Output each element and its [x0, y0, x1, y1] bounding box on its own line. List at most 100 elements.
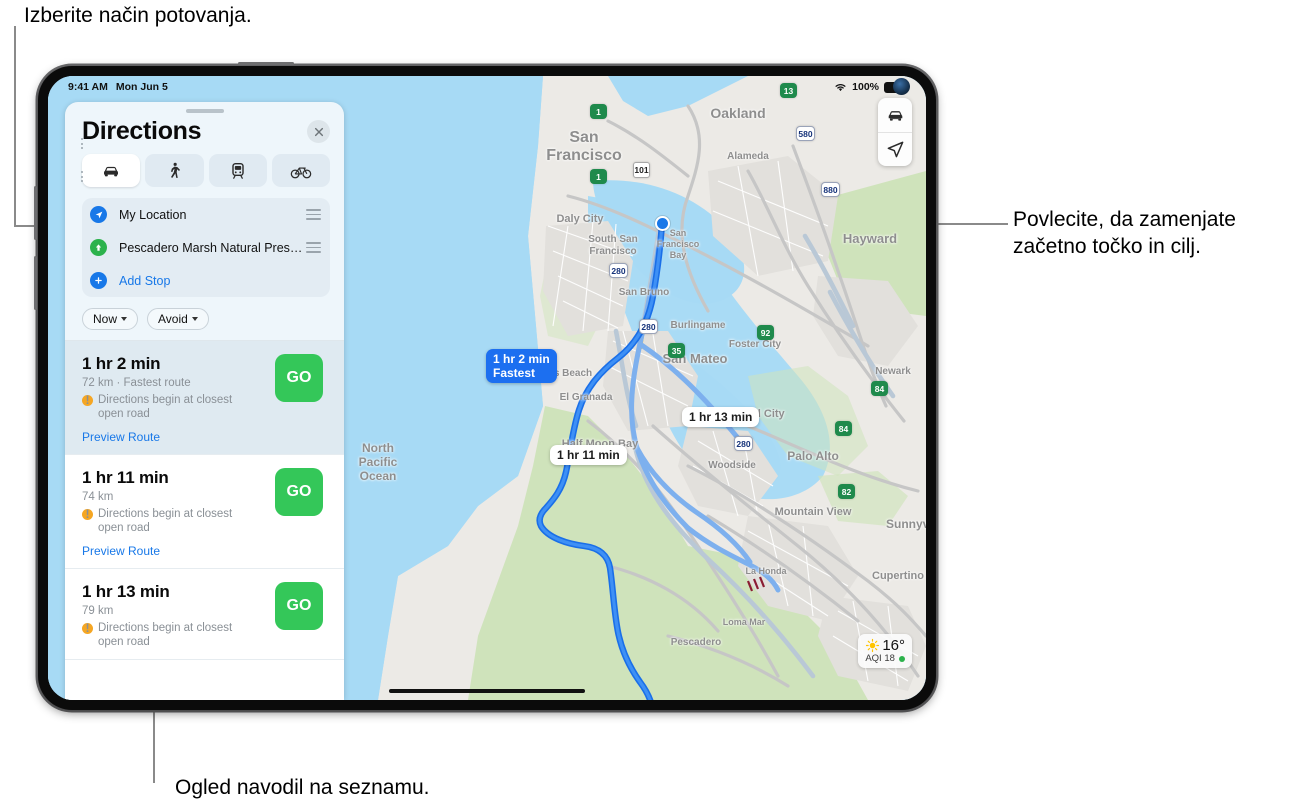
route-warning-text: Directions begin at closest open road — [98, 508, 233, 534]
ipad-screen: San Francisco Oakland Alameda Hayward Daly C… — [48, 76, 926, 700]
highway-shield: 280 — [734, 436, 753, 451]
go-button[interactable]: GO — [275, 354, 323, 402]
endpoint-row-add-stop[interactable]: Add Stop — [82, 264, 330, 297]
chevron-down-icon — [121, 317, 128, 321]
callout-swap: Povlecite, da zamenjate začetno točko in… — [1013, 208, 1236, 258]
highway-shield: 280 — [609, 263, 628, 278]
highway-shield: 1 — [590, 169, 607, 184]
wifi-icon — [835, 83, 846, 91]
highway-shield: 82 — [838, 484, 855, 499]
callout-list: Ogled navodil na seznamu. — [175, 776, 430, 799]
start-location-pin[interactable] — [655, 216, 670, 231]
route-bubble-alt-1-duration: 1 hr 11 min — [557, 448, 620, 462]
map-control-locate[interactable] — [878, 132, 912, 166]
add-stop-label: Add Stop — [119, 273, 171, 288]
route-duration: 1 hr 13 min — [82, 582, 170, 601]
drag-handle-destination[interactable] — [306, 241, 321, 254]
close-icon[interactable] — [307, 120, 330, 143]
callout-mode: Izberite način potovanja. — [24, 4, 252, 27]
arrow-glyph — [95, 211, 102, 218]
highway-shield: 880 — [821, 182, 840, 197]
route-bubble-fastest-sub: Fastest — [493, 366, 536, 380]
endpoint-row-origin[interactable]: My Location — [82, 198, 330, 231]
plus-circle-icon — [90, 272, 107, 289]
chevron-down-icon — [191, 317, 198, 321]
train-icon — [231, 162, 244, 179]
route-filters: Now Avoid — [65, 297, 344, 340]
highway-shield: 101 — [633, 162, 650, 178]
callout-mode-leader-v — [14, 26, 16, 226]
status-time: 9:41 AM — [68, 81, 108, 93]
home-indicator[interactable] — [389, 689, 585, 693]
highway-shield: 280 — [639, 319, 658, 334]
route-warning-text: Directions begin at closest open road — [98, 622, 233, 648]
route-bubble-fastest[interactable]: 1 hr 2 min Fastest — [486, 349, 557, 383]
destination-pin-icon — [90, 239, 107, 256]
highway-shield: 84 — [835, 421, 852, 436]
filter-now[interactable]: Now — [82, 308, 139, 330]
status-battery-percent: 100% — [852, 81, 879, 93]
route-option-2[interactable]: 1 hr 11 min 74 km! Directions begin at clo… — [65, 455, 344, 569]
panel-header: Directions — [65, 113, 344, 154]
car-icon — [888, 110, 902, 121]
route-option-1[interactable]: 1 hr 2 min 72 km · Fastest route! Directio… — [65, 341, 344, 455]
preview-route-link[interactable]: Preview Route — [82, 544, 344, 558]
ipad-device-frame: San Francisco Oakland Alameda Hayward Daly C… — [34, 62, 936, 710]
arrow-up-glyph — [95, 244, 102, 251]
route-bubble-alt-1[interactable]: 1 hr 11 min — [550, 445, 627, 465]
route-warning-text: Directions begin at closest open road — [98, 394, 233, 420]
highway-shield: 580 — [796, 126, 815, 141]
page-title: Directions — [82, 117, 202, 145]
route-distance: 74 km — [82, 491, 114, 503]
go-button[interactable]: GO — [275, 468, 323, 516]
preview-route-link[interactable]: Preview Route — [82, 430, 344, 444]
bicycle-icon — [290, 167, 312, 178]
highway-shield: 35 — [668, 343, 685, 358]
endpoint-origin-label: My Location — [119, 207, 187, 222]
plus-glyph — [95, 277, 102, 284]
filter-avoid-label: Avoid — [158, 312, 188, 326]
highway-shield: 1 — [590, 104, 607, 119]
close-x-icon — [314, 127, 323, 136]
device-top-button — [238, 62, 294, 65]
route-bubble-alt-2-duration: 1 hr 13 min — [689, 410, 753, 424]
route-options-list[interactable]: 1 hr 2 min 72 km · Fastest route! Directio… — [65, 340, 344, 700]
travel-mode-drive[interactable] — [82, 154, 141, 187]
map-control-car[interactable] — [878, 98, 912, 132]
aqi-status-dot — [898, 655, 905, 662]
go-button[interactable]: GO — [275, 582, 323, 630]
route-duration: 1 hr 2 min — [82, 354, 161, 373]
navigation-arrow-icon — [887, 141, 903, 158]
map-controls[interactable] — [878, 98, 912, 166]
front-camera — [893, 78, 910, 95]
highway-shield: 92 — [757, 325, 774, 340]
filter-now-label: Now — [93, 312, 118, 326]
endpoint-row-destination[interactable]: Pescadero Marsh Natural Pres… — [82, 231, 330, 264]
travel-mode-walk[interactable] — [145, 154, 204, 187]
route-bubble-alt-2[interactable]: 1 hr 13 min — [682, 407, 760, 427]
status-date: Mon Jun 5 — [115, 81, 168, 93]
warning-icon: ! — [82, 623, 93, 635]
location-arrow-icon — [90, 206, 107, 223]
travel-mode-segmented-control[interactable] — [65, 154, 344, 187]
weather-widget[interactable]: 16° AQI 18 — [858, 634, 912, 668]
warning-icon: ! — [82, 395, 93, 407]
route-distance: 72 km · Fastest route — [82, 377, 191, 389]
route-bubble-fastest-duration: 1 hr 2 min — [493, 352, 550, 366]
status-bar: 9:41 AM Mon Jun 5 100% — [48, 76, 926, 98]
travel-mode-cycle[interactable] — [271, 154, 330, 187]
walk-icon — [171, 162, 181, 178]
warning-icon: ! — [82, 509, 93, 521]
endpoint-destination-label: Pescadero Marsh Natural Pres… — [119, 240, 303, 255]
car-icon — [104, 166, 119, 176]
travel-mode-transit[interactable] — [208, 154, 267, 187]
drag-handle-origin[interactable] — [306, 208, 321, 221]
directions-panel: Directions My Location Pescadero Marsh N… — [65, 102, 344, 700]
weather-aqi: AQI 18 — [865, 653, 895, 664]
sun-icon — [866, 638, 880, 653]
route-distance: 79 km — [82, 605, 114, 617]
route-option-3[interactable]: 1 hr 13 min 79 km! Directions begin at clo… — [65, 569, 344, 660]
filter-avoid[interactable]: Avoid — [147, 308, 209, 330]
route-duration: 1 hr 11 min — [82, 468, 169, 487]
screenshot-root: Izberite način potovanja. Povlecite, da … — [0, 0, 1306, 811]
